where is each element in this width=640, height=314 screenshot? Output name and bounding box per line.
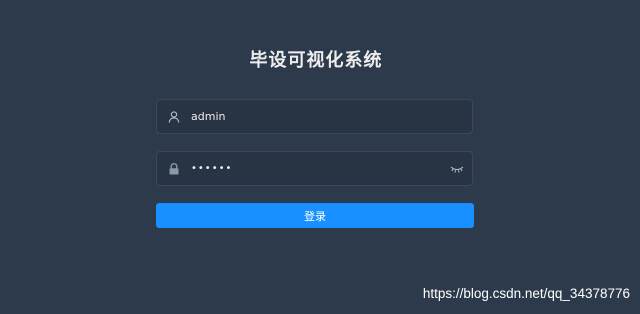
user-icon [168,111,180,123]
watermark-text: https://blog.csdn.net/qq_34378776 [422,286,630,301]
password-field [156,151,473,186]
page-title: 毕设可视化系统 [249,50,383,71]
eye-closed-icon[interactable] [450,163,464,175]
password-input[interactable] [191,152,431,185]
login-button[interactable]: 登录 [156,203,474,228]
username-field [156,99,473,134]
lock-icon [169,163,179,175]
username-input[interactable] [191,100,431,133]
